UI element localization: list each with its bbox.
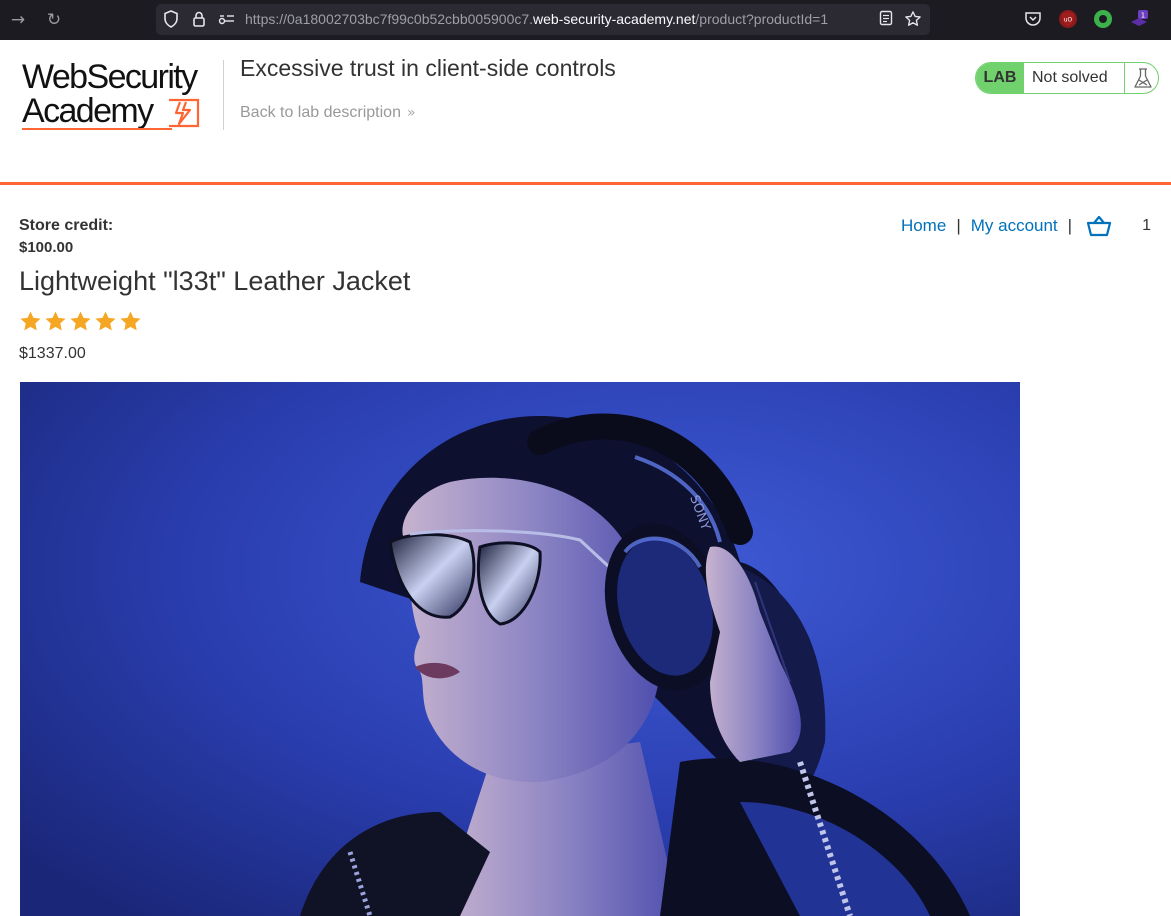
lab-status-text: Not solved (1032, 69, 1108, 86)
flask-icon (1124, 63, 1158, 93)
reload-icon[interactable]: ↻ (43, 9, 65, 31)
header-divider (223, 60, 224, 130)
url-domain: web-security-academy.net (533, 11, 696, 27)
bookmark-star-icon[interactable] (904, 10, 922, 28)
pocket-icon[interactable] (1024, 10, 1042, 28)
url-text[interactable]: https://0a18002703bc7f99c0b52cbb005900c7… (245, 11, 828, 27)
extension-purple-icon[interactable]: 1 (1129, 10, 1148, 28)
extension-green-icon[interactable] (1094, 10, 1112, 28)
lab-status-widget: LAB Not solved (975, 62, 1159, 94)
svg-text:uO: uO (1064, 17, 1073, 24)
logo-bolt-icon (169, 98, 200, 128)
nav-separator: | (1067, 216, 1073, 235)
logo-underline (22, 128, 172, 130)
ublock-icon[interactable]: uO (1059, 10, 1077, 28)
star-icon (45, 311, 66, 331)
product-title: Lightweight "l33t" Leather Jacket (19, 266, 411, 296)
web-security-academy-logo[interactable]: WebSecurity Academy (22, 60, 222, 134)
shield-icon[interactable] (162, 10, 180, 28)
store-credit-label: Store credit: (19, 217, 114, 234)
my-account-link[interactable]: My account (971, 216, 1058, 236)
cart-icon[interactable] (1086, 215, 1112, 237)
extension-badge-count: 1 (1141, 12, 1145, 20)
woman-with-headphones-photo: SONY (20, 382, 1020, 916)
cart-count[interactable]: 1 (1142, 217, 1151, 235)
star-rating (19, 310, 142, 333)
header-accent-rule (0, 182, 1171, 185)
back-to-lab-description-link[interactable]: Back to lab description » (240, 104, 416, 122)
star-icon (120, 311, 141, 331)
star-icon (95, 311, 116, 331)
star-icon (70, 311, 91, 331)
store-credit-value: $100.00 (19, 239, 74, 256)
address-bar[interactable]: https://0a18002703bc7f99c0b52cbb005900c7… (156, 4, 930, 35)
star-icon (20, 311, 41, 331)
product-image: SONY (20, 382, 1020, 916)
back-link-label: Back to lab description (240, 104, 401, 121)
permissions-icon[interactable] (218, 10, 236, 28)
url-prefix: https://0a18002703bc7f99c0b52cbb005900c7… (245, 11, 534, 27)
logo-line-2: Academy (22, 92, 154, 130)
lab-badge: LAB (976, 63, 1024, 93)
logo-line-1: WebSecurity (22, 58, 198, 96)
url-path: /product?productId=1 (695, 11, 829, 27)
lock-icon[interactable] (190, 10, 208, 28)
forward-arrow-icon[interactable]: → (7, 9, 29, 31)
double-chevron-icon: » (406, 105, 416, 121)
home-link[interactable]: Home (901, 216, 946, 236)
product-price: $1337.00 (19, 345, 86, 362)
top-nav: Home | My account | 1 (901, 212, 1151, 240)
browser-toolbar: → ↻ https://0a18002703bc7f99c0b52cbb0059… (0, 0, 1171, 40)
reader-view-icon[interactable] (877, 10, 895, 28)
lab-title: Excessive trust in client-side controls (240, 55, 616, 81)
nav-separator: | (956, 216, 961, 235)
